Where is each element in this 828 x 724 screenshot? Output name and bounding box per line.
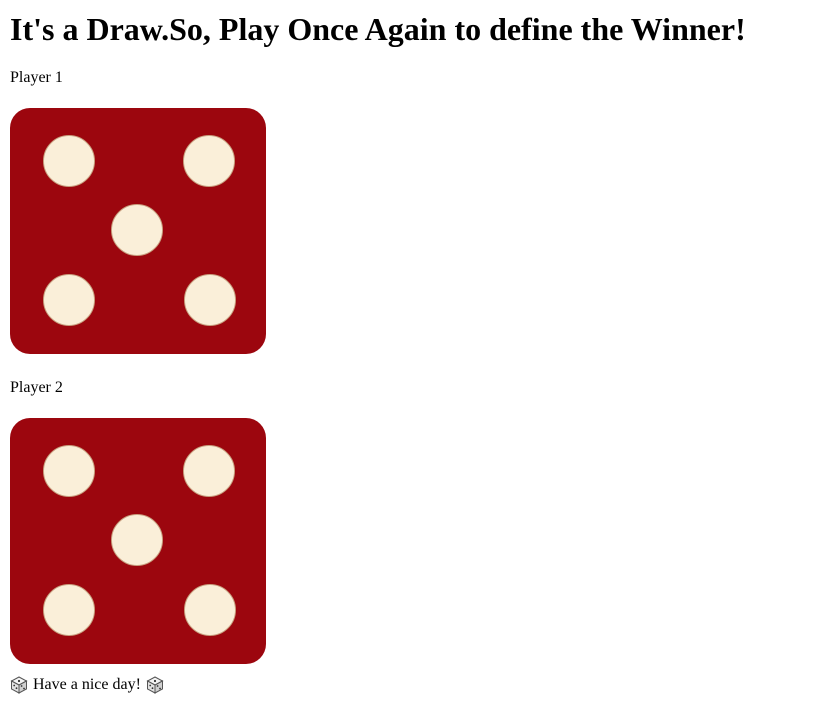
- dice-icon: [10, 676, 28, 694]
- die-pip: [43, 584, 95, 636]
- player-1-label: Player 1: [10, 69, 63, 86]
- die-pip: [43, 274, 95, 326]
- die-pip: [43, 135, 95, 187]
- die-pip: [184, 274, 236, 326]
- die-pip: [111, 204, 163, 256]
- dice-icon: [146, 676, 164, 694]
- player-1-dice-five-icon: [10, 108, 266, 354]
- die-pip: [111, 514, 163, 566]
- die-pip: [183, 135, 235, 187]
- die-pip: [43, 445, 95, 497]
- player-2-dice-five-icon: [10, 418, 266, 664]
- player-2-label: Player 2: [10, 379, 63, 396]
- footer-message: Have a nice day!: [33, 676, 141, 693]
- die-pip: [183, 445, 235, 497]
- die-pip: [184, 584, 236, 636]
- page-title: It's a Draw.So, Play Once Again to defin…: [10, 11, 746, 47]
- footer-message-row: Have a nice day!: [10, 675, 164, 695]
